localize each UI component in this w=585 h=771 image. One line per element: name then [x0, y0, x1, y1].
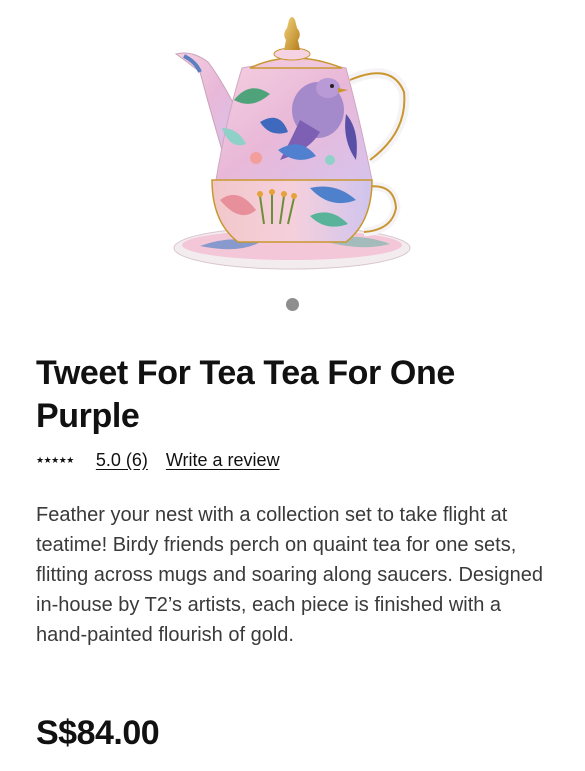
write-review-link[interactable]: Write a review: [166, 450, 280, 471]
carousel-dot[interactable]: [286, 298, 299, 311]
product-price: S$84.00: [36, 714, 160, 752]
product-description: Feather your nest with a collection set …: [36, 504, 543, 646]
rating-score-link[interactable]: 5.0 (6): [96, 450, 148, 471]
product-title: Tweet For Tea Tea For One Purple: [36, 354, 455, 435]
product-image[interactable]: [160, 10, 425, 275]
rating-row: ★★★★★ 5.0 (6) Write a review: [36, 448, 280, 472]
star-rating-icon: ★★★★★: [36, 454, 74, 465]
